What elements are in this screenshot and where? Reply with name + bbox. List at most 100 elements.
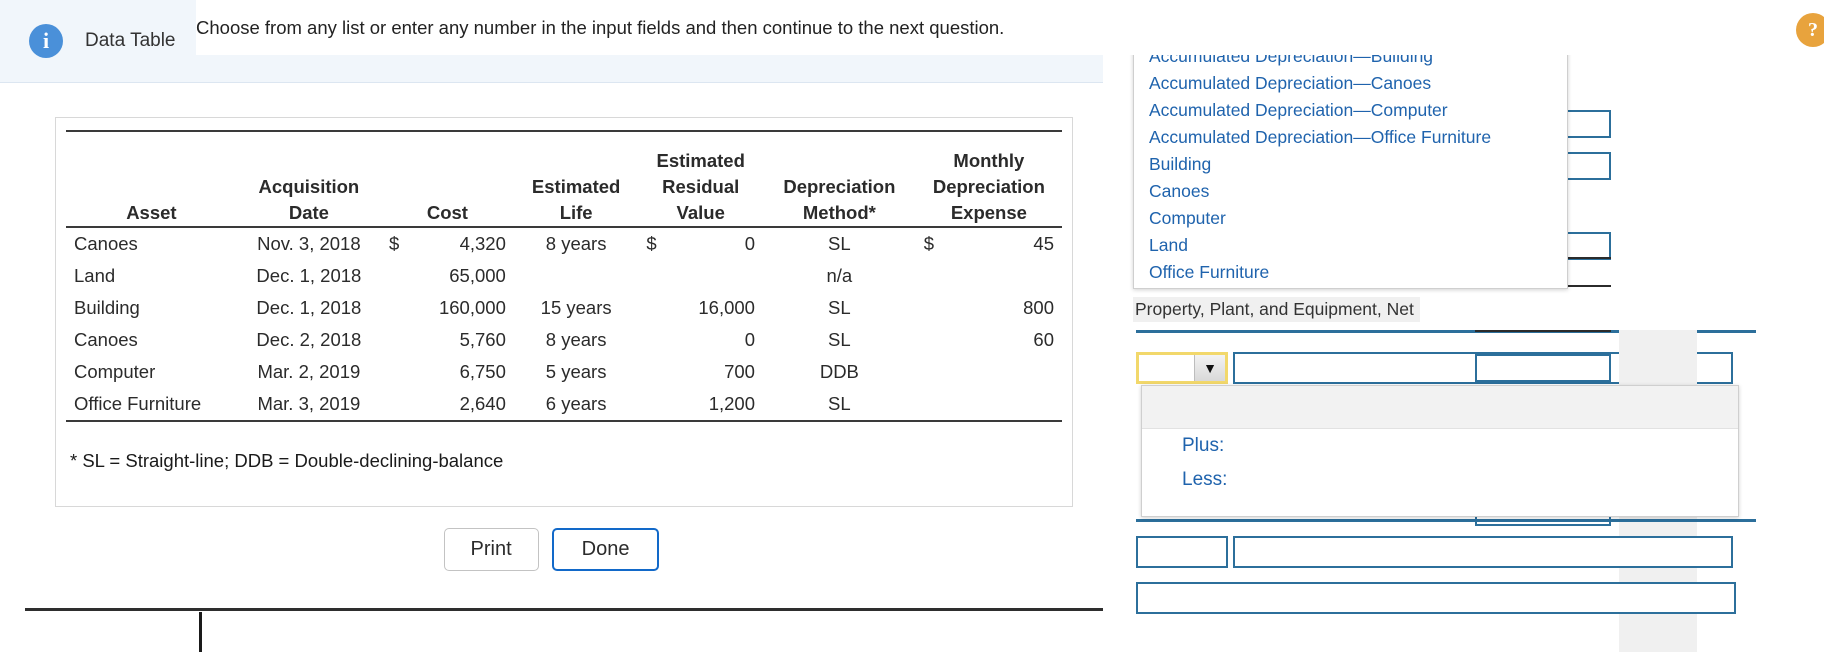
cell-expense (950, 388, 1062, 421)
cell-residual (638, 260, 763, 292)
plus-less-listbox[interactable]: Plus: Less: (1141, 385, 1739, 517)
cell-cost-currency (381, 324, 415, 356)
cell-cost: 160,000 (438, 297, 506, 318)
table-header-residual: Residual (662, 176, 740, 197)
cell-date: Mar. 2, 2019 (257, 361, 361, 382)
done-button[interactable]: Done (551, 528, 660, 571)
table-row: Building Dec. 1, 2018 160,000 15 years 1… (66, 292, 1062, 324)
cell-life: 6 years (545, 393, 607, 414)
cell-cost: 65,000 (449, 265, 506, 286)
table-row: Canoes Nov. 3, 2018 $ 4,320 8 years $0 S… (66, 227, 1062, 260)
text-cursor (199, 612, 202, 652)
listbox-option[interactable]: Accumulated Depreciation—Computer (1134, 97, 1567, 124)
help-icon[interactable]: ? (1796, 13, 1824, 47)
cell-life (514, 260, 639, 292)
cell-expense-currency (916, 260, 950, 292)
row3-text-input[interactable] (1136, 582, 1736, 614)
listbox-option[interactable]: Canoes (1134, 178, 1567, 205)
cell-asset: Computer (74, 361, 156, 382)
cell-residual: 700 (724, 361, 755, 382)
cell-expense (950, 260, 1062, 292)
cell-expense-currency (916, 324, 950, 356)
cell-method: SL (828, 297, 851, 318)
cell-method: SL (828, 233, 851, 254)
listbox-option-less[interactable]: Less: (1142, 463, 1738, 497)
row2-text-input[interactable] (1233, 536, 1733, 568)
print-button[interactable]: Print (443, 528, 539, 571)
table-header-expense: Expense (915, 200, 1062, 228)
cell-date: Mar. 3, 2019 (257, 393, 361, 414)
table-header-date: Date (236, 200, 381, 228)
listbox-option-plus[interactable]: Plus: (1142, 429, 1738, 463)
cell-cost: 6,750 (459, 361, 506, 382)
table-header-depreciation: Depreciation (783, 176, 896, 197)
cell-life: 8 years (545, 233, 607, 254)
cell-residual: $0 (638, 227, 763, 260)
cell-expense: 800 (1023, 297, 1054, 318)
cell-expense-currency (916, 356, 950, 388)
table-header-estimated: Estimated (656, 150, 745, 171)
listbox-option-blank[interactable] (1142, 386, 1738, 429)
table-header-monthly: Monthly (953, 150, 1025, 171)
cell-residual: 1,200 (708, 393, 755, 414)
field-underline (1475, 330, 1611, 332)
cell-asset: Canoes (74, 329, 138, 350)
ppe-net-label: Property, Plant, and Equipment, Net (1133, 297, 1420, 322)
instruction-text: Choose from any list or enter any number… (196, 16, 1005, 38)
cell-method: SL (828, 329, 851, 350)
listbox-option[interactable]: Land (1134, 232, 1567, 259)
listbox-option[interactable]: Accumulated Depreciation—Canoes (1134, 70, 1567, 97)
modal-button-row: Print Done (0, 528, 1103, 571)
table-row: Land Dec. 1, 2018 65,000 n/a (66, 260, 1062, 292)
cell-cost: 5,760 (459, 329, 506, 350)
cell-expense: 60 (1033, 329, 1054, 350)
account-select[interactable]: ▼ (1136, 352, 1228, 384)
cell-date: Nov. 3, 2018 (257, 233, 361, 254)
cell-expense-currency: $ (923, 233, 935, 254)
listbox-option[interactable]: Building (1134, 151, 1567, 178)
table-row: Canoes Dec. 2, 2018 5,760 8 years 0 SL 6… (66, 324, 1062, 356)
cell-cost: 2,640 (459, 393, 506, 414)
cell-date: Dec. 1, 2018 (256, 297, 362, 318)
table-header-estimated-2: Estimated (531, 176, 621, 197)
modal-title: Data Table (85, 30, 176, 51)
worksheet-row-2 (1136, 536, 1733, 568)
cell-expense-currency (916, 292, 950, 324)
cell-cost-currency (381, 356, 415, 388)
cell-life: 5 years (545, 361, 607, 382)
chevron-down-icon[interactable]: ▼ (1194, 355, 1225, 381)
cell-residual: 16,000 (698, 297, 755, 318)
listbox-option[interactable]: Computer (1134, 205, 1567, 232)
cell-date: Dec. 1, 2018 (256, 265, 362, 286)
cell-expense-currency (916, 388, 950, 421)
cell-cost-currency (381, 292, 415, 324)
instruction-banner: Choose from any list or enter any number… (196, 0, 1824, 55)
account-listbox[interactable]: Accumulated Depreciation—Building Accumu… (1133, 36, 1568, 289)
table-header-cost: Cost (381, 200, 514, 228)
table-row: Office Furniture Mar. 3, 2019 2,640 6 ye… (66, 388, 1062, 421)
table-header-value: Value (638, 200, 763, 228)
cell-cost-currency (381, 260, 415, 292)
listbox-option[interactable]: Office Furniture (1134, 259, 1567, 286)
data-table-modal: i Data Table Estimated Monthly Acquisiti… (0, 0, 1103, 652)
cell-life: 8 years (545, 329, 607, 350)
table-row: Computer Mar. 2, 2019 6,750 5 years 700 … (66, 356, 1062, 388)
table-header-asset: Asset (66, 200, 237, 228)
cell-method: DDB (819, 361, 859, 382)
listbox-option[interactable]: Accumulated Depreciation—Office Furnitur… (1134, 124, 1567, 151)
depreciation-data-table: Estimated Monthly Acquisition Estimated … (66, 130, 1062, 436)
cell-method: n/a (826, 265, 853, 286)
table-header-depreciation-2: Depreciation (932, 176, 1045, 197)
bottom-divider (25, 608, 1103, 611)
cell-asset: Building (74, 297, 140, 318)
section-bottom-rule (1136, 519, 1756, 522)
account-select-value (1139, 355, 1194, 381)
cell-life: 15 years (540, 297, 612, 318)
right-input-field[interactable] (1475, 354, 1611, 382)
cell-cost: 4,320 (459, 233, 506, 254)
cell-cost-currency (381, 388, 415, 421)
row2-small-input[interactable] (1136, 536, 1228, 568)
table-footnote: * SL = Straight-line; DDB = Double-decli… (70, 450, 504, 471)
data-table-card: Estimated Monthly Acquisition Estimated … (55, 117, 1073, 507)
cell-asset: Canoes (74, 233, 138, 254)
